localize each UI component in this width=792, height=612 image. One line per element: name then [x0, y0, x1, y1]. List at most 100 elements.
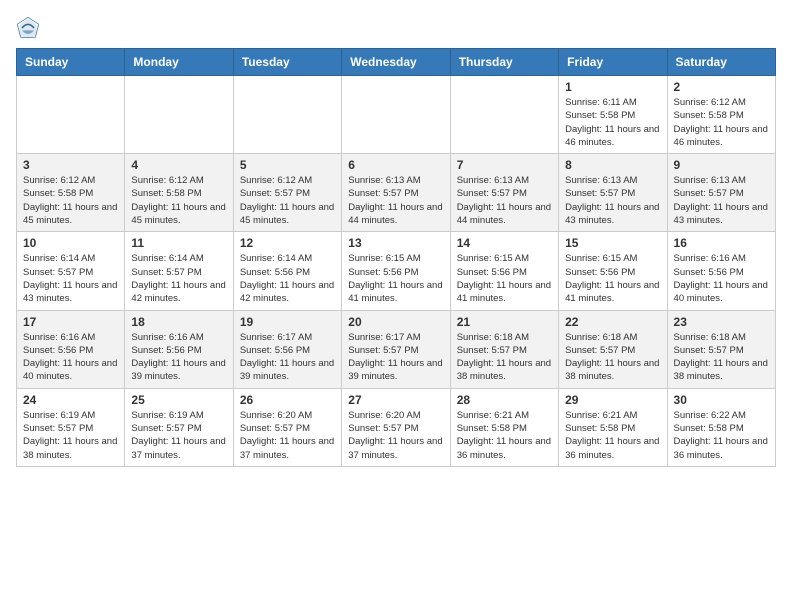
day-number: 4: [131, 158, 226, 172]
day-info: Sunrise: 6:20 AMSunset: 5:57 PMDaylight:…: [240, 409, 335, 462]
day-info: Sunrise: 6:18 AMSunset: 5:57 PMDaylight:…: [457, 331, 552, 384]
calendar-cell: 3 Sunrise: 6:12 AMSunset: 5:58 PMDaylight…: [17, 154, 125, 232]
day-info: Sunrise: 6:14 AMSunset: 5:57 PMDaylight:…: [23, 252, 118, 305]
calendar-cell: 26 Sunrise: 6:20 AMSunset: 5:57 PMDayligh…: [233, 388, 341, 466]
day-number: 24: [23, 393, 118, 407]
day-info: Sunrise: 6:12 AMSunset: 5:58 PMDaylight:…: [674, 96, 769, 149]
calendar-cell: 30 Sunrise: 6:22 AMSunset: 5:58 PMDayligh…: [667, 388, 775, 466]
day-info: Sunrise: 6:21 AMSunset: 5:58 PMDaylight:…: [565, 409, 660, 462]
calendar-cell: 18 Sunrise: 6:16 AMSunset: 5:56 PMDayligh…: [125, 310, 233, 388]
calendar-cell: [17, 76, 125, 154]
calendar-cell: 4 Sunrise: 6:12 AMSunset: 5:58 PMDaylight…: [125, 154, 233, 232]
calendar-cell: [233, 76, 341, 154]
weekday-header-wednesday: Wednesday: [342, 49, 450, 76]
day-number: 17: [23, 315, 118, 329]
day-number: 21: [457, 315, 552, 329]
day-info: Sunrise: 6:15 AMSunset: 5:56 PMDaylight:…: [348, 252, 443, 305]
weekday-header-thursday: Thursday: [450, 49, 558, 76]
day-number: 2: [674, 80, 769, 94]
day-number: 15: [565, 236, 660, 250]
calendar-table: SundayMondayTuesdayWednesdayThursdayFrid…: [16, 48, 776, 467]
day-number: 30: [674, 393, 769, 407]
calendar-cell: 29 Sunrise: 6:21 AMSunset: 5:58 PMDayligh…: [559, 388, 667, 466]
day-number: 5: [240, 158, 335, 172]
day-number: 1: [565, 80, 660, 94]
calendar-cell: 10 Sunrise: 6:14 AMSunset: 5:57 PMDayligh…: [17, 232, 125, 310]
day-info: Sunrise: 6:18 AMSunset: 5:57 PMDaylight:…: [674, 331, 769, 384]
day-number: 26: [240, 393, 335, 407]
calendar-cell: 19 Sunrise: 6:17 AMSunset: 5:56 PMDayligh…: [233, 310, 341, 388]
day-info: Sunrise: 6:22 AMSunset: 5:58 PMDaylight:…: [674, 409, 769, 462]
calendar-cell: 7 Sunrise: 6:13 AMSunset: 5:57 PMDaylight…: [450, 154, 558, 232]
day-info: Sunrise: 6:20 AMSunset: 5:57 PMDaylight:…: [348, 409, 443, 462]
day-number: 12: [240, 236, 335, 250]
day-info: Sunrise: 6:15 AMSunset: 5:56 PMDaylight:…: [457, 252, 552, 305]
day-number: 19: [240, 315, 335, 329]
calendar-cell: 20 Sunrise: 6:17 AMSunset: 5:57 PMDayligh…: [342, 310, 450, 388]
calendar-cell: 2 Sunrise: 6:12 AMSunset: 5:58 PMDaylight…: [667, 76, 775, 154]
weekday-header-tuesday: Tuesday: [233, 49, 341, 76]
day-number: 10: [23, 236, 118, 250]
calendar-cell: 16 Sunrise: 6:16 AMSunset: 5:56 PMDayligh…: [667, 232, 775, 310]
day-number: 28: [457, 393, 552, 407]
calendar-cell: 1 Sunrise: 6:11 AMSunset: 5:58 PMDaylight…: [559, 76, 667, 154]
day-info: Sunrise: 6:16 AMSunset: 5:56 PMDaylight:…: [131, 331, 226, 384]
calendar-cell: [342, 76, 450, 154]
day-number: 6: [348, 158, 443, 172]
day-info: Sunrise: 6:12 AMSunset: 5:58 PMDaylight:…: [23, 174, 118, 227]
calendar-cell: 17 Sunrise: 6:16 AMSunset: 5:56 PMDayligh…: [17, 310, 125, 388]
day-info: Sunrise: 6:12 AMSunset: 5:57 PMDaylight:…: [240, 174, 335, 227]
day-info: Sunrise: 6:13 AMSunset: 5:57 PMDaylight:…: [565, 174, 660, 227]
day-info: Sunrise: 6:15 AMSunset: 5:56 PMDaylight:…: [565, 252, 660, 305]
logo-icon: [16, 16, 40, 40]
day-number: 20: [348, 315, 443, 329]
day-info: Sunrise: 6:16 AMSunset: 5:56 PMDaylight:…: [674, 252, 769, 305]
day-info: Sunrise: 6:13 AMSunset: 5:57 PMDaylight:…: [348, 174, 443, 227]
weekday-header-saturday: Saturday: [667, 49, 775, 76]
day-info: Sunrise: 6:13 AMSunset: 5:57 PMDaylight:…: [674, 174, 769, 227]
day-info: Sunrise: 6:19 AMSunset: 5:57 PMDaylight:…: [131, 409, 226, 462]
calendar-cell: 22Sunrise: 6:18 AMSunset: 5:57 PMDayligh…: [559, 310, 667, 388]
day-number: 23: [674, 315, 769, 329]
calendar-cell: [125, 76, 233, 154]
weekday-header-sunday: Sunday: [17, 49, 125, 76]
day-number: 25: [131, 393, 226, 407]
day-info: Sunrise: 6:17 AMSunset: 5:57 PMDaylight:…: [348, 331, 443, 384]
calendar-cell: 25 Sunrise: 6:19 AMSunset: 5:57 PMDayligh…: [125, 388, 233, 466]
calendar-cell: 21 Sunrise: 6:18 AMSunset: 5:57 PMDayligh…: [450, 310, 558, 388]
day-number: 22: [565, 315, 660, 329]
calendar-cell: 5 Sunrise: 6:12 AMSunset: 5:57 PMDaylight…: [233, 154, 341, 232]
day-info: Sunrise: 6:11 AMSunset: 5:58 PMDaylight:…: [565, 96, 660, 149]
calendar-cell: 15 Sunrise: 6:15 AMSunset: 5:56 PMDayligh…: [559, 232, 667, 310]
day-number: 8: [565, 158, 660, 172]
day-info: Sunrise: 6:14 AMSunset: 5:56 PMDaylight:…: [240, 252, 335, 305]
day-info: Sunrise: 6:21 AMSunset: 5:58 PMDaylight:…: [457, 409, 552, 462]
calendar-cell: 24 Sunrise: 6:19 AMSunset: 5:57 PMDayligh…: [17, 388, 125, 466]
day-number: 18: [131, 315, 226, 329]
calendar-cell: [450, 76, 558, 154]
calendar-cell: 6 Sunrise: 6:13 AMSunset: 5:57 PMDaylight…: [342, 154, 450, 232]
day-info: Sunrise: 6:14 AMSunset: 5:57 PMDaylight:…: [131, 252, 226, 305]
calendar-cell: 23 Sunrise: 6:18 AMSunset: 5:57 PMDayligh…: [667, 310, 775, 388]
day-number: 14: [457, 236, 552, 250]
calendar-cell: 13 Sunrise: 6:15 AMSunset: 5:56 PMDayligh…: [342, 232, 450, 310]
calendar-cell: 28 Sunrise: 6:21 AMSunset: 5:58 PMDayligh…: [450, 388, 558, 466]
calendar-cell: 8 Sunrise: 6:13 AMSunset: 5:57 PMDaylight…: [559, 154, 667, 232]
day-info: Sunrise: 6:13 AMSunset: 5:57 PMDaylight:…: [457, 174, 552, 227]
day-info: Sunrise: 6:17 AMSunset: 5:56 PMDaylight:…: [240, 331, 335, 384]
day-number: 13: [348, 236, 443, 250]
weekday-header-monday: Monday: [125, 49, 233, 76]
day-number: 11: [131, 236, 226, 250]
calendar-cell: 27 Sunrise: 6:20 AMSunset: 5:57 PMDayligh…: [342, 388, 450, 466]
day-number: 29: [565, 393, 660, 407]
day-number: 3: [23, 158, 118, 172]
day-info: Sunrise: 6:19 AMSunset: 5:57 PMDaylight:…: [23, 409, 118, 462]
day-number: 16: [674, 236, 769, 250]
calendar-cell: 9Sunrise: 6:13 AMSunset: 5:57 PMDaylight…: [667, 154, 775, 232]
calendar-cell: 11 Sunrise: 6:14 AMSunset: 5:57 PMDayligh…: [125, 232, 233, 310]
day-number: 7: [457, 158, 552, 172]
day-info: Sunrise: 6:12 AMSunset: 5:58 PMDaylight:…: [131, 174, 226, 227]
logo: [16, 16, 44, 40]
day-info: Sunrise: 6:16 AMSunset: 5:56 PMDaylight:…: [23, 331, 118, 384]
day-number: 27: [348, 393, 443, 407]
